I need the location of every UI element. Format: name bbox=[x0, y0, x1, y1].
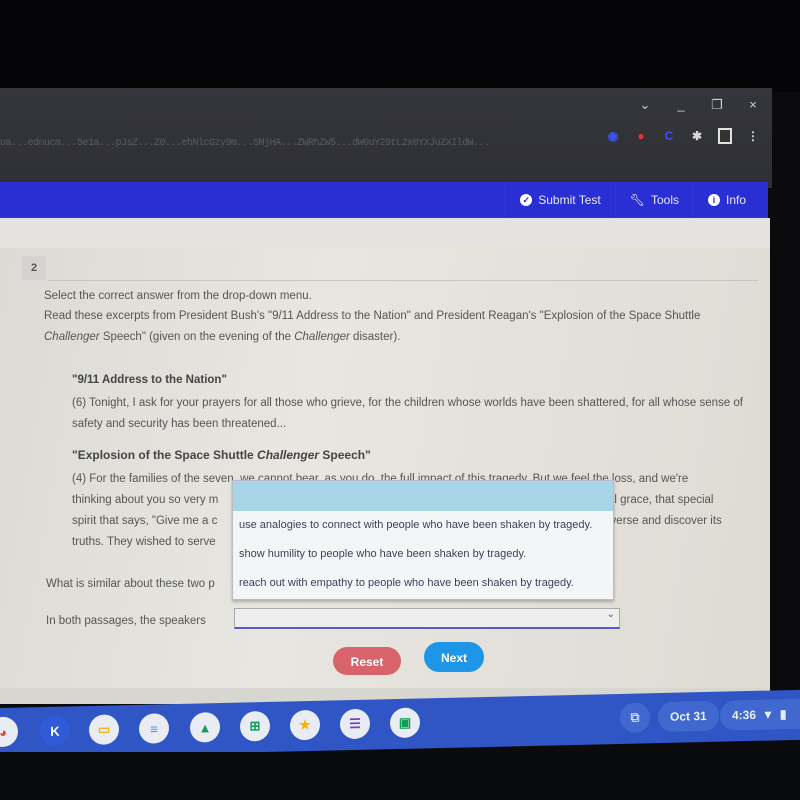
k-app-icon[interactable]: K bbox=[40, 715, 70, 747]
intro-part: Speech" (given on the evening of the bbox=[99, 331, 295, 343]
intro-text: Read these excerpts from President Bush'… bbox=[44, 306, 724, 348]
title-part: "Explosion of the Space Shuttle bbox=[72, 448, 258, 462]
submit-test-label: Submit Test bbox=[538, 193, 601, 207]
extension-c-icon[interactable]: C bbox=[662, 129, 676, 143]
title-italic: Challenger bbox=[257, 448, 320, 462]
dropdown-option[interactable]: reach out with empathy to people who hav… bbox=[233, 569, 613, 598]
excerpt1-text: (6) Tonight, I ask for your prayers for … bbox=[72, 397, 743, 430]
excerpt2-title: "Explosion of the Space Shuttle Challeng… bbox=[72, 445, 371, 466]
dropdown-options-list: use analogies to connect with people who… bbox=[232, 480, 614, 600]
test-toolbar: ✓ Submit Test 🔧︎ Tools i Info bbox=[0, 182, 768, 218]
k-glyph: K bbox=[50, 723, 60, 739]
status-tray[interactable]: 4:36 ▼ ▮ bbox=[720, 698, 800, 731]
intro-part: Read these excerpts from President Bush'… bbox=[44, 310, 701, 322]
chrome-glyph: ◕ bbox=[0, 724, 7, 740]
screen-bezel-bottom bbox=[0, 752, 800, 800]
dropdown-option[interactable]: show humility to people who have been sh… bbox=[233, 540, 613, 569]
clock-time: 4:36 bbox=[732, 707, 757, 723]
excerpt2-right-fragment: iverse and discover its bbox=[608, 515, 722, 527]
question-prompt: What is similar about these two p bbox=[46, 578, 215, 590]
sheets-icon[interactable]: ⊞ bbox=[240, 710, 270, 742]
tote-icon[interactable]: ⧉ bbox=[620, 702, 650, 733]
classroom-glyph: ▣ bbox=[398, 714, 412, 730]
sheets-glyph: ⊞ bbox=[249, 718, 261, 734]
forms-icon[interactable]: ☰ bbox=[340, 708, 370, 740]
answer-lead-text: In both passages, the speakers bbox=[46, 615, 206, 627]
tools-label: Tools bbox=[650, 193, 679, 207]
restore-icon[interactable]: ❐ bbox=[710, 97, 724, 113]
docs-glyph: ≡ bbox=[150, 720, 158, 737]
drive-icon[interactable]: ▲ bbox=[190, 712, 220, 743]
intro-part: disaster). bbox=[349, 331, 401, 343]
dropdown-option-empty[interactable] bbox=[233, 481, 613, 511]
next-button[interactable]: Next bbox=[424, 642, 484, 672]
tools-button[interactable]: 🔧︎ Tools bbox=[614, 182, 693, 218]
wrench-icon: 🔧︎ bbox=[629, 193, 645, 207]
info-label: Info bbox=[725, 193, 746, 207]
close-icon[interactable]: × bbox=[746, 97, 760, 113]
slides-icon[interactable]: ▭ bbox=[89, 714, 119, 745]
extension-blue-icon[interactable]: ◉ bbox=[606, 129, 620, 143]
keep-icon[interactable]: ★ bbox=[290, 709, 320, 741]
drive-glyph: ▲ bbox=[198, 719, 212, 735]
browser-menu-icon[interactable]: ⋮ bbox=[746, 129, 760, 143]
question-header-bar bbox=[0, 218, 770, 248]
answer-dropdown[interactable]: ⌄ bbox=[234, 608, 620, 629]
reset-button[interactable]: Reset bbox=[333, 647, 401, 675]
forms-glyph: ☰ bbox=[349, 715, 361, 732]
docs-icon[interactable]: ≡ bbox=[139, 713, 169, 744]
chevron-down-icon: ⌄ bbox=[606, 609, 615, 620]
wifi-icon: ▼ bbox=[762, 707, 774, 722]
keep-glyph: ★ bbox=[299, 716, 311, 733]
window-controls: ⌄ _ ❐ × bbox=[638, 97, 760, 113]
info-button[interactable]: i Info bbox=[692, 182, 760, 218]
dropdown-option[interactable]: use analogies to connect with people who… bbox=[233, 511, 613, 540]
chrome-icon[interactable]: ◕ bbox=[0, 716, 18, 748]
classroom-icon[interactable]: ▣ bbox=[390, 707, 420, 739]
title-part: Speech" bbox=[319, 448, 371, 462]
check-circle-icon: ✓ bbox=[520, 194, 533, 206]
minimize-icon[interactable]: _ bbox=[674, 97, 688, 113]
date-pill[interactable]: Oct 31 bbox=[658, 700, 719, 733]
instruction-text: Select the correct answer from the drop-… bbox=[44, 290, 312, 302]
intro-italic: Challenger bbox=[44, 331, 100, 343]
question-panel: 2 Select the correct answer from the dro… bbox=[0, 218, 770, 704]
divider bbox=[48, 280, 758, 281]
tab-search-icon[interactable]: ⌄ bbox=[638, 97, 652, 113]
extensions-puzzle-icon[interactable]: ✱ bbox=[690, 129, 704, 143]
excerpt1-title: "9/11 Address to the Nation" bbox=[72, 374, 227, 386]
screen-bezel-top bbox=[0, 0, 800, 92]
slides-glyph: ▭ bbox=[97, 721, 111, 737]
date-label: Oct 31 bbox=[670, 708, 707, 724]
excerpt2-right-fragment: al grace, that special bbox=[608, 494, 714, 506]
submit-test-button[interactable]: ✓ Submit Test bbox=[505, 182, 614, 218]
extension-red-icon[interactable]: ● bbox=[634, 129, 648, 143]
battery-icon: ▮ bbox=[779, 707, 787, 722]
intro-italic: Challenger bbox=[294, 331, 350, 343]
question-number: 2 bbox=[22, 256, 46, 280]
side-panel-icon[interactable] bbox=[718, 128, 732, 144]
info-icon: i bbox=[707, 194, 720, 206]
address-bar[interactable]: ua...ednucm...5e1a...pJsZ...Z0...ehNlcGz… bbox=[0, 132, 560, 156]
extensions-toolbar: ◉ ● C ✱ ⋮ bbox=[606, 128, 760, 144]
